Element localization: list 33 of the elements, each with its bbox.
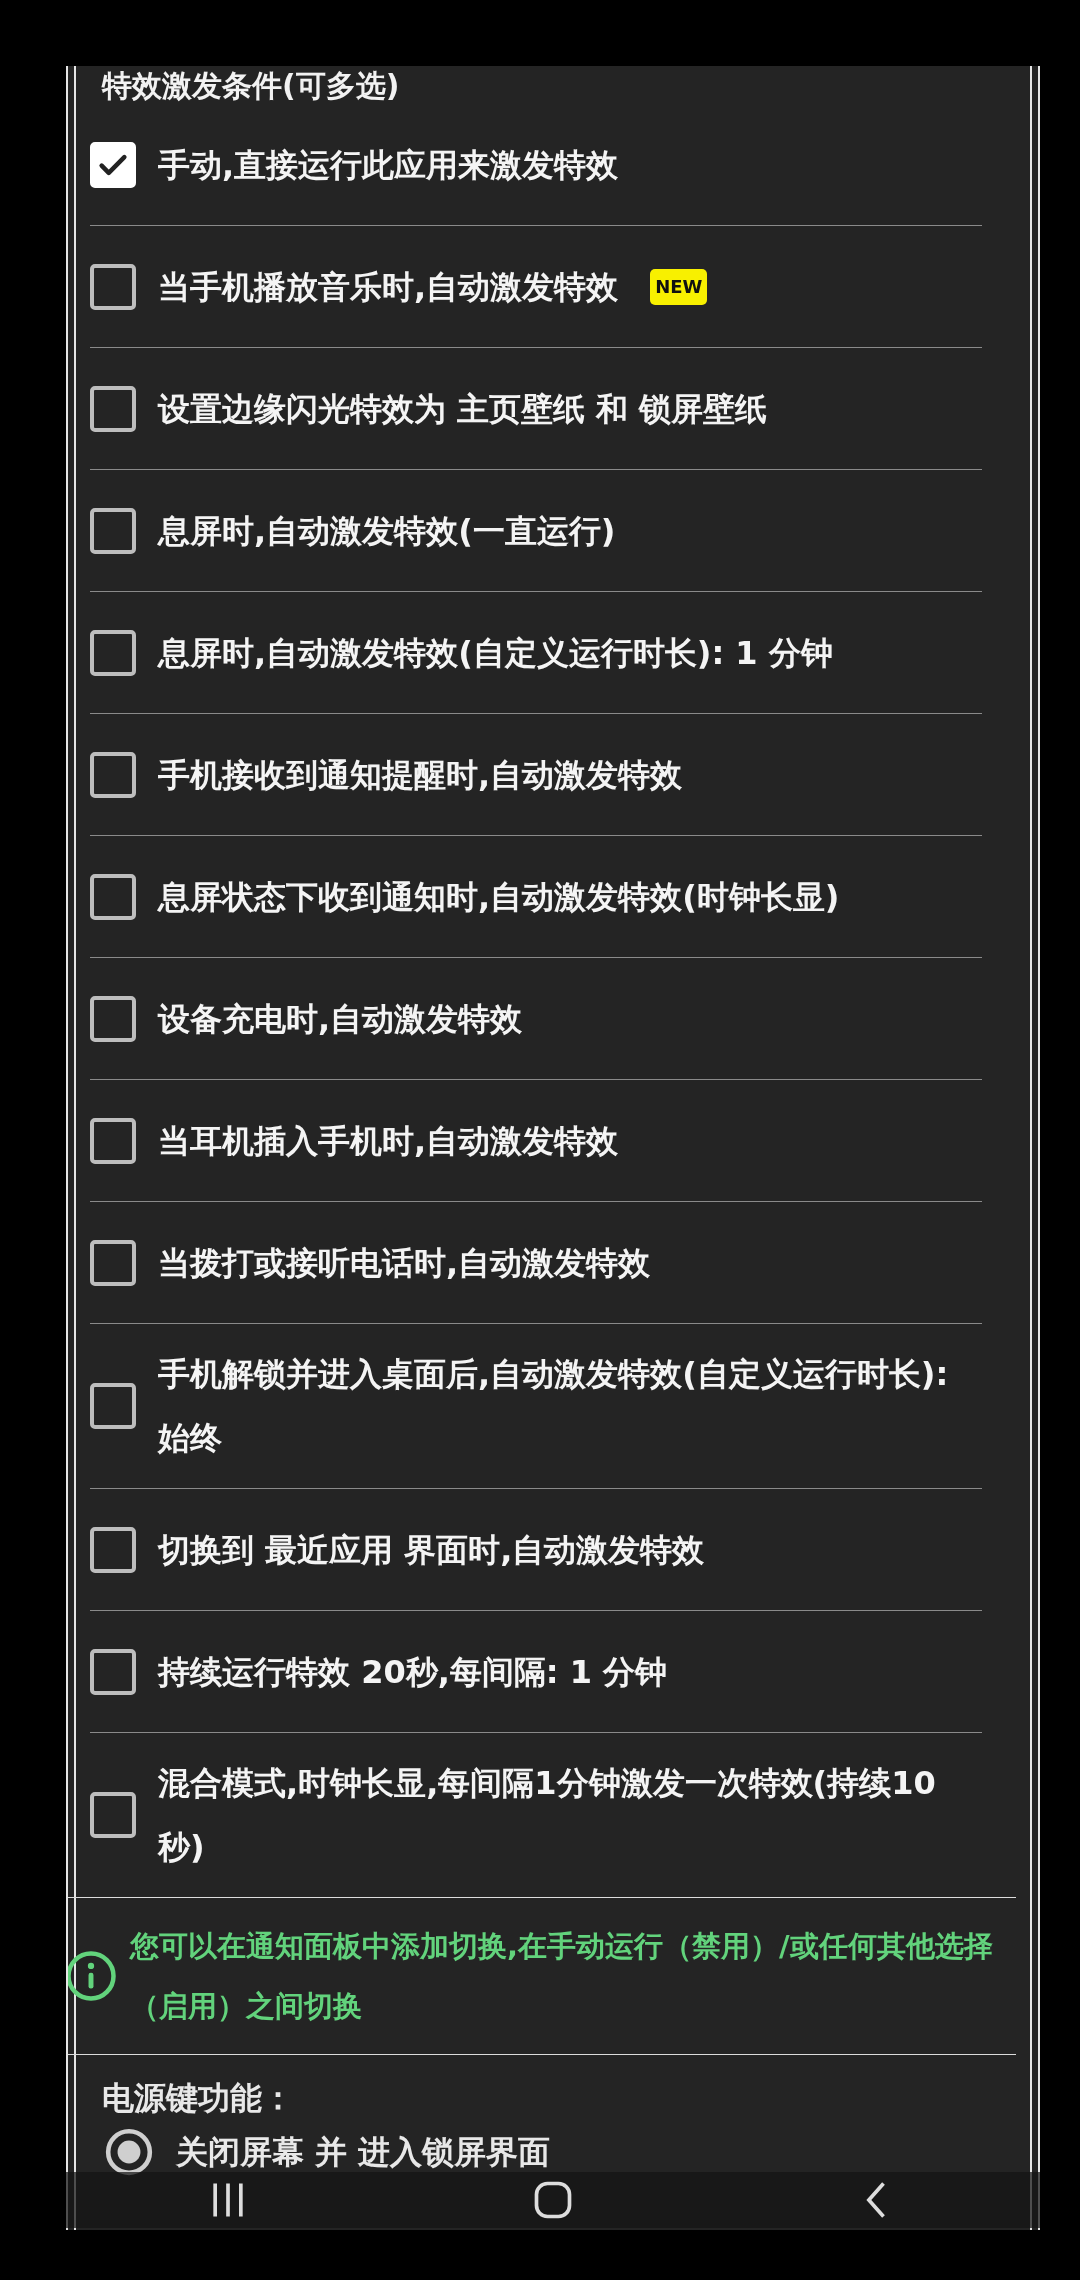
checkbox[interactable] xyxy=(90,629,136,676)
option-label: 手机解锁并进入桌面后,自动激发特效(自定义运行时长): 始终 xyxy=(158,1354,950,1459)
option-label: 息屏时,自动激发特效(自定义运行时长): 1 分钟 xyxy=(158,632,834,674)
new-badge: NEW xyxy=(650,268,708,305)
option-label: 切换到 最近应用 界面时,自动激发特效 xyxy=(158,1529,706,1571)
checkbox[interactable] xyxy=(90,1648,136,1695)
checkbox[interactable] xyxy=(90,873,136,920)
option-label: 设置边缘闪光特效为 主页壁纸 和 锁屏壁纸 xyxy=(158,388,769,430)
section-title: 电源键功能： xyxy=(101,2078,295,2119)
checkbox[interactable] xyxy=(90,385,136,432)
option-label: 当拨打或接听电话时,自动激发特效 xyxy=(158,1242,652,1284)
option-label: 息屏状态下收到通知时,自动激发特效(时钟长显) xyxy=(158,876,841,918)
option-label: 当耳机插入手机时,自动激发特效 xyxy=(158,1120,620,1162)
checkbox[interactable] xyxy=(90,995,136,1042)
option-label: 持续运行特效 20秒,每间隔: 1 分钟 xyxy=(158,1651,669,1693)
info-icon xyxy=(68,1949,118,2003)
checkbox[interactable] xyxy=(90,1383,136,1429)
option-label: 混合模式,时钟长显,每间隔1分钟激发一次特效(持续10秒) xyxy=(158,1763,937,1868)
option-label: 当手机播放音乐时,自动激发特效 xyxy=(158,266,619,308)
checkbox[interactable] xyxy=(90,507,136,554)
checkbox[interactable] xyxy=(90,1117,136,1164)
option-label: 手动,直接运行此应用来激发特效 xyxy=(158,144,620,186)
radio-label: 关闭屏幕 并 进入锁屏界面 xyxy=(176,2132,551,2173)
checkbox[interactable] xyxy=(90,1792,136,1838)
section-title: 特效激发条件(可多选) xyxy=(100,67,401,104)
option-label: 息屏时,自动激发特效(一直运行) xyxy=(158,510,617,552)
option-label: 设备充电时,自动激发特效 xyxy=(158,998,524,1040)
info-text: 您可以在通知面板中添加切换,在手动运行（禁用）/或任何其他选择（启用）之间切换 xyxy=(130,1928,994,2025)
checkbox[interactable] xyxy=(90,263,136,310)
option-label: 手机接收到通知提醒时,自动激发特效 xyxy=(158,754,684,796)
checkbox[interactable] xyxy=(90,1239,136,1286)
checkbox[interactable] xyxy=(90,751,136,798)
checkbox[interactable] xyxy=(90,1526,136,1573)
